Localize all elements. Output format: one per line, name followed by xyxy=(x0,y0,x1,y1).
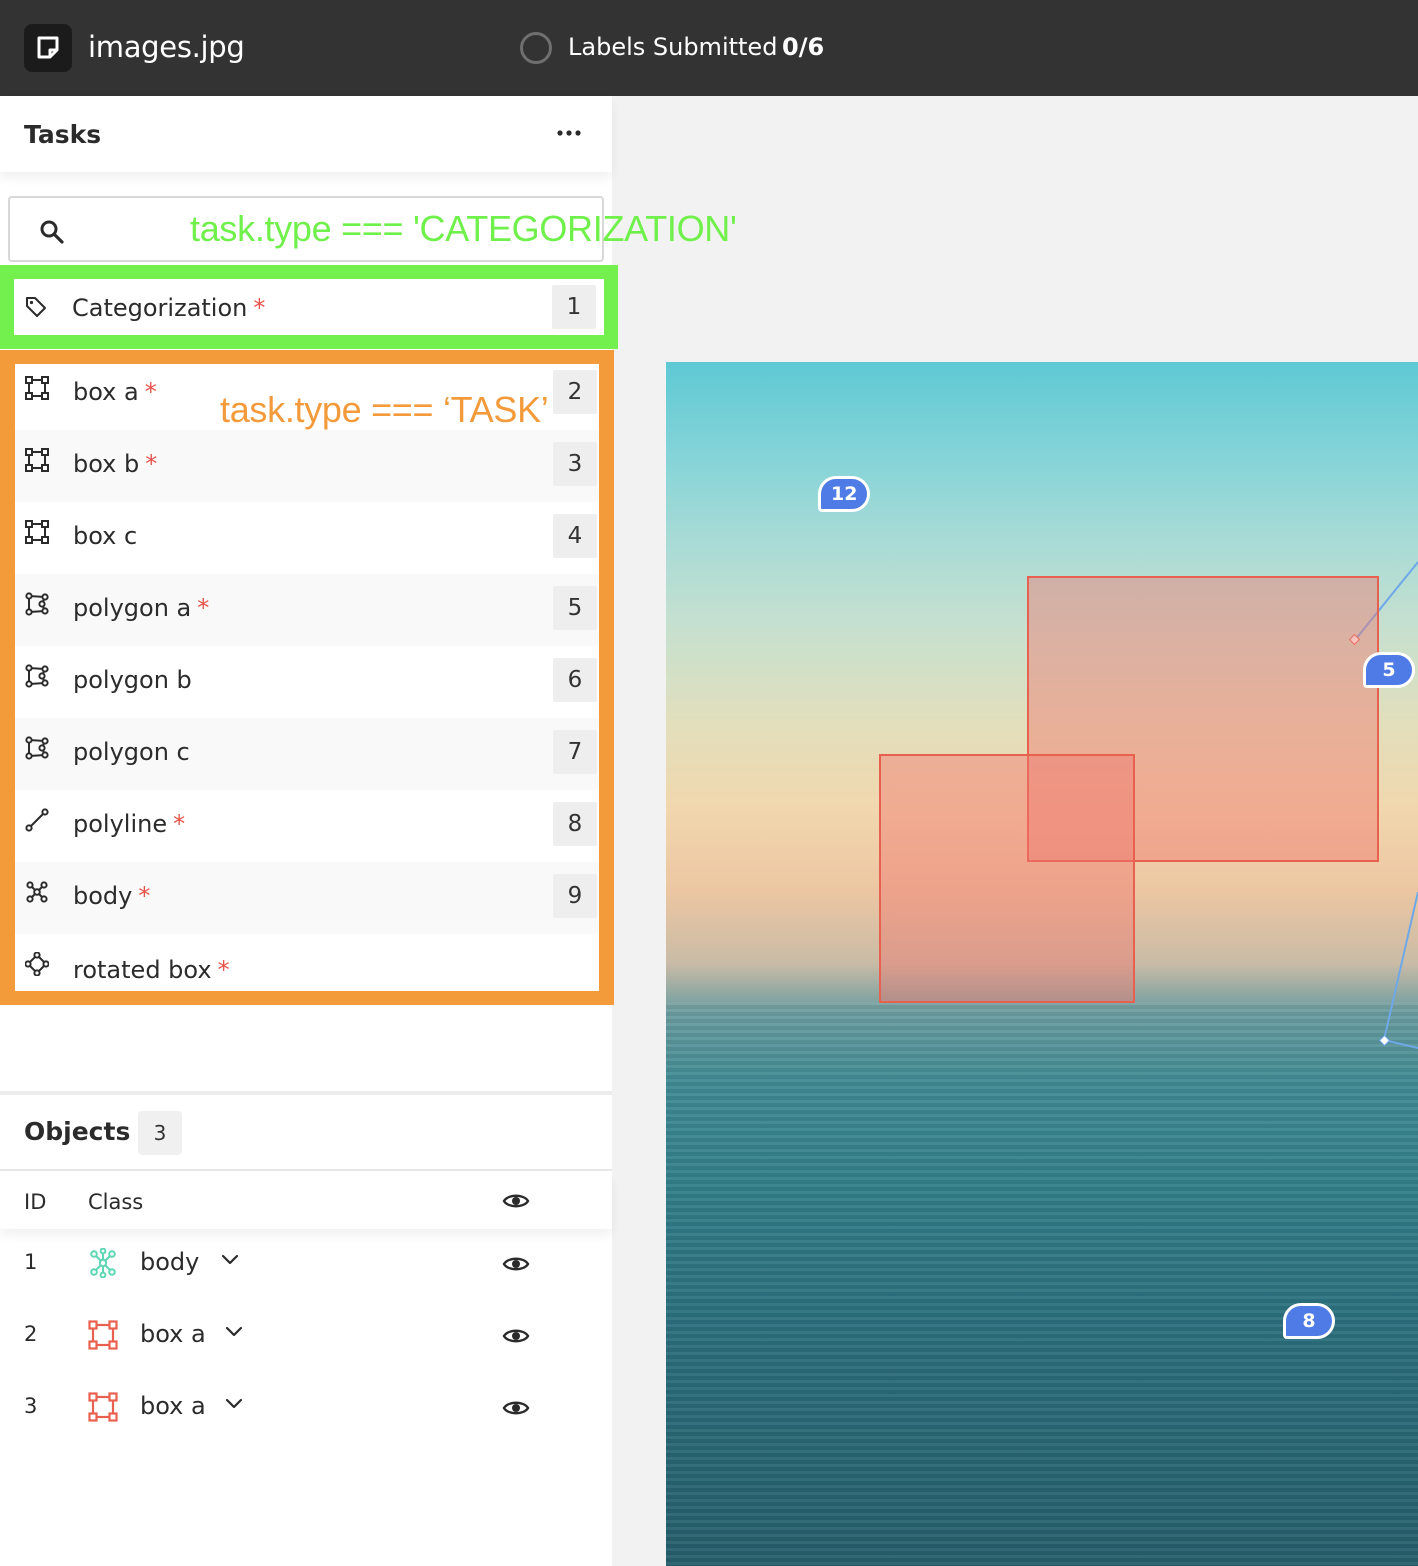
visibility-eye-icon[interactable] xyxy=(502,1252,530,1276)
polyline-icon xyxy=(25,808,49,832)
more-options-button[interactable] xyxy=(552,118,586,148)
polygon-icon xyxy=(25,592,49,616)
object-row[interactable]: 2 box a xyxy=(0,1300,612,1372)
required-mark: * xyxy=(197,594,210,622)
task-item-polyline[interactable]: polyline * 8 xyxy=(15,790,599,862)
rotated-box-icon xyxy=(25,952,49,976)
chevron-down-icon[interactable] xyxy=(220,1252,240,1268)
task-number: 5 xyxy=(553,586,597,630)
image-canvas[interactable]: 12 5 8 xyxy=(666,362,1418,1566)
task-number: 1 xyxy=(552,285,596,329)
annotation-pin[interactable]: 12 xyxy=(818,476,871,512)
task-label: polygon b xyxy=(73,666,192,694)
visibility-eye-icon[interactable] xyxy=(502,1324,530,1348)
column-id: ID xyxy=(24,1190,47,1214)
status-circle-icon xyxy=(520,32,552,64)
tasks-header: Tasks xyxy=(0,96,612,172)
categorization-frame: Categorization * 1 xyxy=(0,265,618,349)
box-icon xyxy=(88,1320,118,1350)
bounding-box-annotation[interactable] xyxy=(879,754,1135,1003)
object-class: box a xyxy=(140,1392,206,1420)
box-icon xyxy=(88,1392,118,1422)
top-bar: images.jpg Labels Submitted 0/6 xyxy=(0,0,1418,96)
objects-title: Objects xyxy=(24,1117,131,1146)
categorization-annotation: task.type === 'CATEGORIZATION' xyxy=(190,208,737,249)
required-mark: * xyxy=(173,810,186,838)
object-id: 1 xyxy=(24,1250,38,1274)
object-row[interactable]: 1 body xyxy=(0,1228,612,1300)
note-icon xyxy=(37,36,59,59)
annotation-pin[interactable]: 8 xyxy=(1283,1303,1335,1339)
chevron-down-icon[interactable] xyxy=(224,1396,244,1412)
task-number: 9 xyxy=(553,874,597,918)
task-annotation: task.type === ‘TASK’ xyxy=(220,389,549,430)
task-number: 2 xyxy=(553,370,597,414)
file-title: images.jpg xyxy=(88,30,245,64)
polygon-icon xyxy=(25,664,49,688)
task-number: 6 xyxy=(553,658,597,702)
task-label: polyline * xyxy=(73,810,186,838)
objects-count-badge: 3 xyxy=(138,1111,182,1155)
task-number: 7 xyxy=(553,730,597,774)
object-id: 3 xyxy=(24,1394,38,1418)
object-row[interactable]: 3 box a xyxy=(0,1372,612,1444)
visibility-eye-icon[interactable] xyxy=(502,1396,530,1420)
task-number: 8 xyxy=(553,802,597,846)
task-item-rotated-box[interactable]: rotated box * xyxy=(15,934,599,991)
required-mark: * xyxy=(144,378,157,406)
tag-icon xyxy=(26,297,46,317)
task-item-polygon-c[interactable]: polygon c 7 xyxy=(15,718,599,790)
object-class: box a xyxy=(140,1320,206,1348)
task-number: 4 xyxy=(553,514,597,558)
tasks-title: Tasks xyxy=(24,120,102,149)
app-logo-icon[interactable] xyxy=(24,24,72,72)
status-label: Labels Submitted xyxy=(568,33,778,61)
chevron-down-icon[interactable] xyxy=(224,1324,244,1340)
task-item-categorization[interactable]: Categorization * 1 xyxy=(14,279,604,335)
status-count: 0/6 xyxy=(782,33,825,61)
search-icon xyxy=(40,220,64,244)
objects-header: Objects 3 xyxy=(0,1095,612,1171)
task-item-polygon-a[interactable]: polygon a * 5 xyxy=(15,574,599,646)
required-mark: * xyxy=(138,882,151,910)
box-icon xyxy=(25,448,49,472)
required-mark: * xyxy=(253,294,266,322)
task-label: polygon c xyxy=(73,738,190,766)
task-label: box a * xyxy=(73,378,157,406)
box-icon xyxy=(25,376,49,400)
task-label: body * xyxy=(73,882,151,910)
task-label: box c xyxy=(73,522,138,550)
keypoint-icon xyxy=(90,1248,116,1278)
visibility-all-eye-icon[interactable] xyxy=(502,1189,530,1213)
box-icon xyxy=(25,520,49,544)
task-label: box b * xyxy=(73,450,158,478)
task-label: Categorization * xyxy=(72,294,266,322)
more-dots-icon xyxy=(557,130,581,136)
keypoint-icon xyxy=(26,881,48,903)
object-class: body xyxy=(140,1248,200,1276)
task-label: rotated box * xyxy=(73,956,230,984)
task-item-polygon-b[interactable]: polygon b 6 xyxy=(15,646,599,718)
object-id: 2 xyxy=(24,1322,38,1346)
polygon-icon xyxy=(25,736,49,760)
task-item-body[interactable]: body * 9 xyxy=(15,862,599,934)
task-frame: box a * 2 box b * 3 box c 4 polygon a * 5 xyxy=(0,350,614,1005)
annotation-pin[interactable]: 5 xyxy=(1363,652,1415,688)
column-class: Class xyxy=(88,1190,144,1214)
objects-column-header: ID Class xyxy=(0,1175,612,1229)
task-item-box-b[interactable]: box b * 3 xyxy=(15,430,599,502)
task-label: polygon a * xyxy=(73,594,210,622)
required-mark: * xyxy=(145,450,158,478)
task-number: 3 xyxy=(553,442,597,486)
required-mark: * xyxy=(217,956,230,984)
task-item-box-c[interactable]: box c 4 xyxy=(15,502,599,574)
